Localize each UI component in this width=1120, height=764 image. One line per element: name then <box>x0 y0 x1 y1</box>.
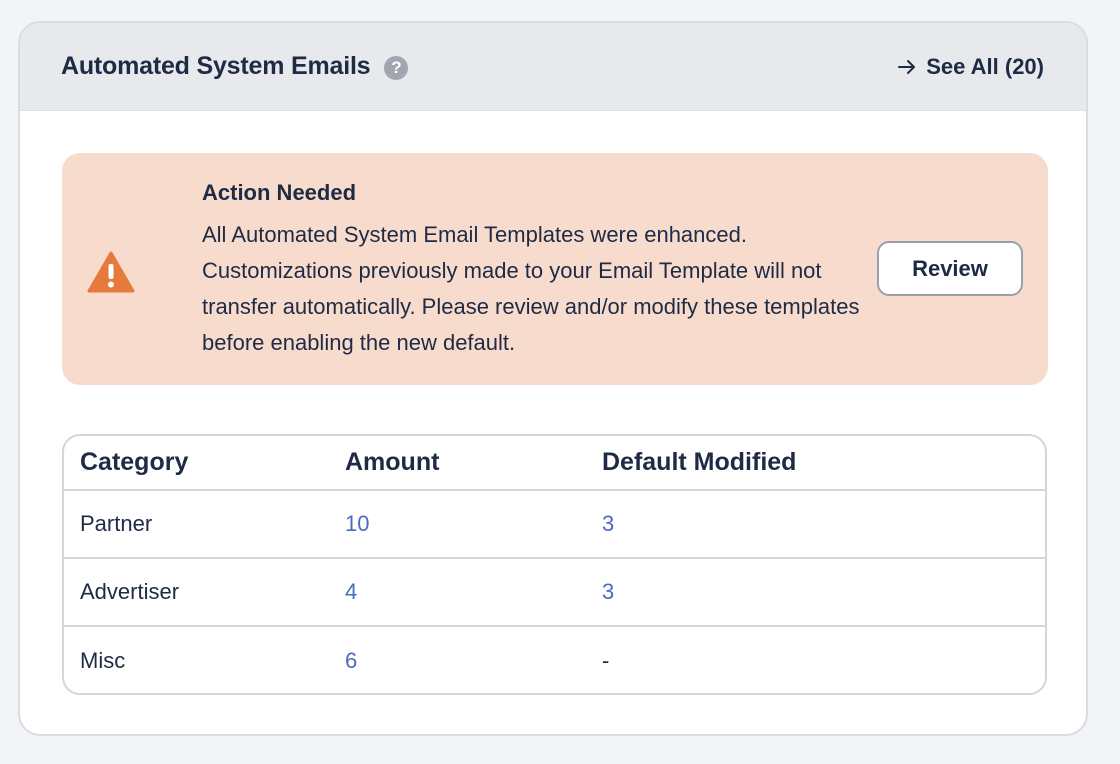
category-cell: Partner <box>64 490 345 559</box>
column-header-amount: Amount <box>345 436 602 491</box>
automated-emails-card: Automated System Emails ? See All (20) A… <box>18 21 1088 736</box>
default-modified-link[interactable]: 3 <box>602 558 1045 627</box>
review-button[interactable]: Review <box>877 241 1023 296</box>
alert-message: All Automated System Email Templates wer… <box>202 222 860 355</box>
amount-link[interactable]: 6 <box>345 626 602 693</box>
see-all-link[interactable]: See All (20) <box>897 54 1044 80</box>
action-needed-alert: Action Needed All Automated System Email… <box>62 153 1048 385</box>
title-wrap: Automated System Emails ? <box>61 52 409 81</box>
amount-link[interactable]: 4 <box>345 558 602 627</box>
warning-triangle-icon <box>87 251 135 293</box>
see-all-label[interactable]: See All (20) <box>926 54 1044 80</box>
column-header-default-modified: Default Modified <box>602 436 1045 491</box>
question-circle-icon[interactable]: ? <box>384 55 409 80</box>
category-cell: Misc <box>80 647 126 673</box>
category-cell: Advertiser <box>64 558 345 627</box>
table-header-row: Category Amount Default Modified <box>64 436 1045 491</box>
card-header: Automated System Emails ? See All (20) <box>20 23 1086 111</box>
arrow-right-icon <box>898 59 916 74</box>
column-header-category: Category <box>64 436 345 491</box>
table-row: Advertiser 4 3 <box>64 558 1045 627</box>
email-category-table: Category Amount Default Modified Partner… <box>62 434 1047 695</box>
default-modified-value: - <box>602 647 610 673</box>
table-row: Misc 6 - <box>64 626 1045 693</box>
default-modified-link[interactable]: 3 <box>602 490 1045 559</box>
card-title: Automated System Emails <box>61 52 371 80</box>
amount-link[interactable]: 10 <box>345 490 602 559</box>
category-table: Category Amount Default Modified Partner… <box>64 436 1045 693</box>
table-row: Partner 10 3 <box>64 490 1045 559</box>
alert-title: Action Needed <box>202 180 357 205</box>
